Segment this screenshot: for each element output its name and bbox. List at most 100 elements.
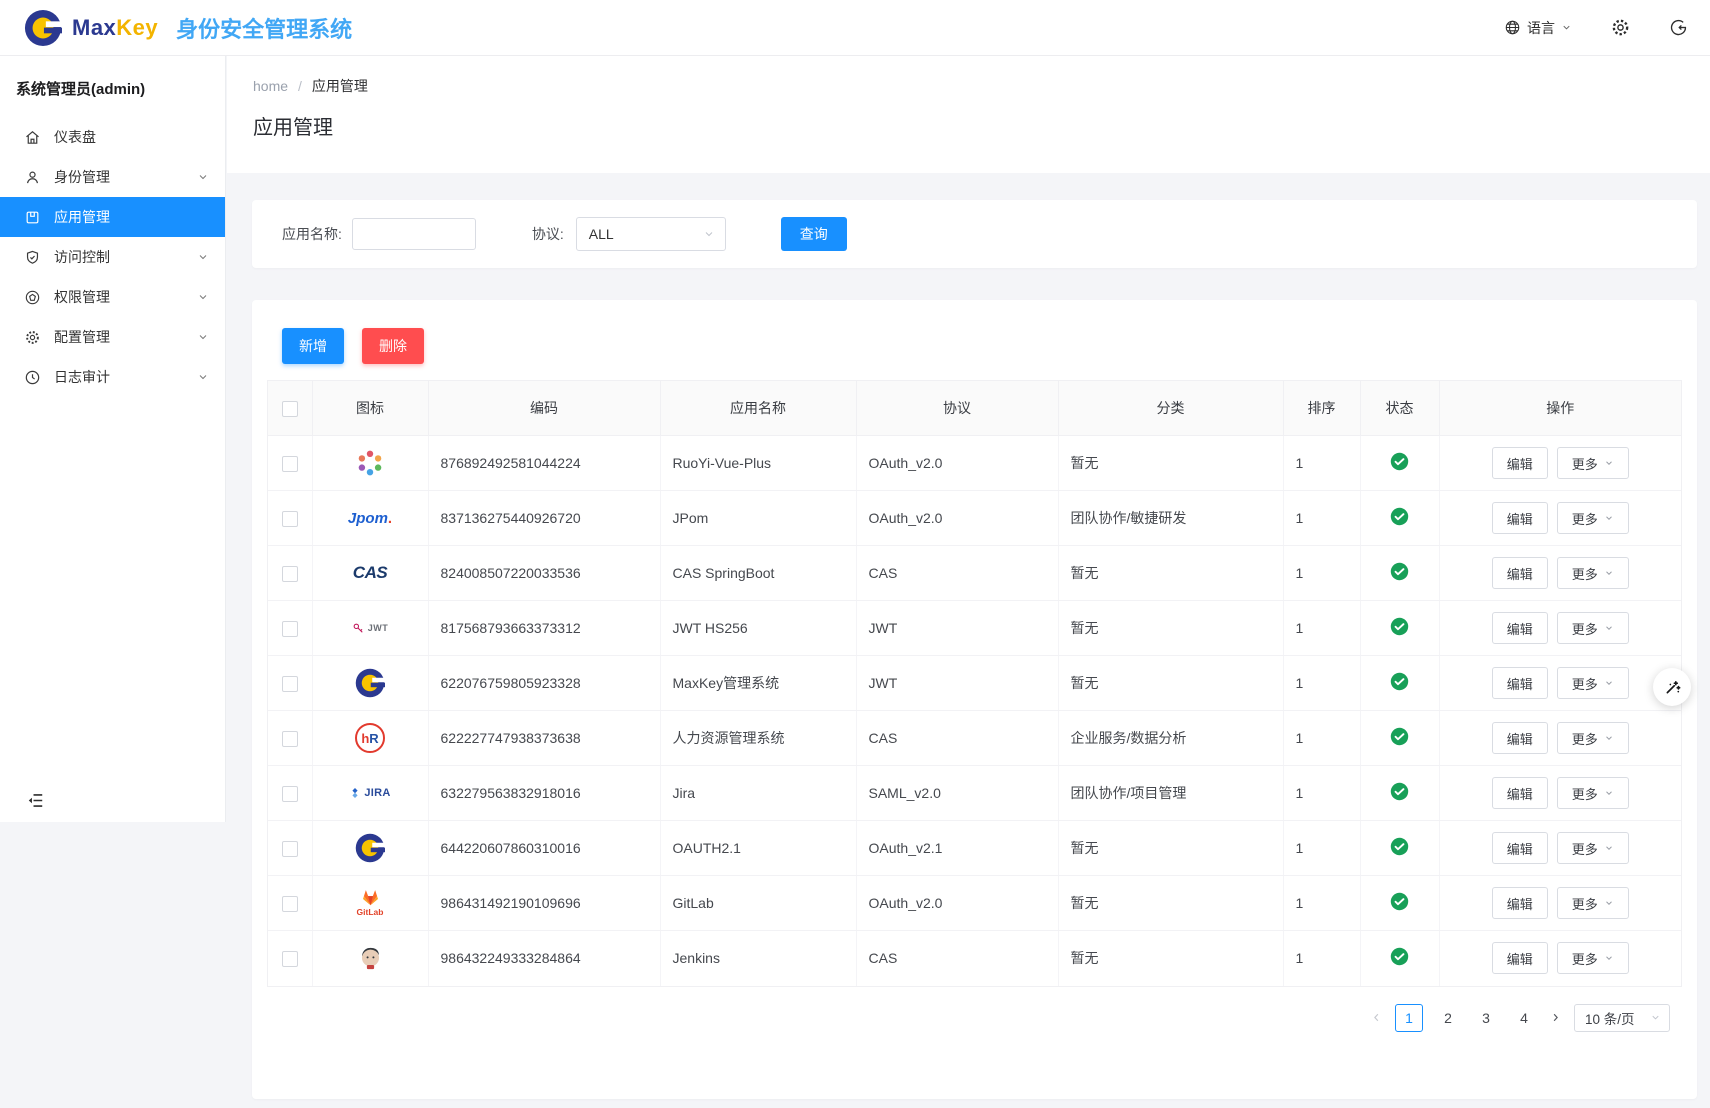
edit-button[interactable]: 编辑 <box>1492 942 1548 974</box>
sidebar-item-permission[interactable]: 权限管理 <box>0 277 225 317</box>
status-enabled-icon <box>1390 562 1409 581</box>
row-checkbox[interactable] <box>282 786 298 802</box>
settings-gear-button[interactable] <box>1610 17 1631 38</box>
breadcrumb-current: 应用管理 <box>312 76 368 96</box>
brand-subtitle: 身份安全管理系统 <box>176 12 352 44</box>
row-checkbox[interactable] <box>282 456 298 472</box>
app-code: 876892492581044224 <box>428 436 660 491</box>
edit-button[interactable]: 编辑 <box>1492 832 1548 864</box>
row-checkbox[interactable] <box>282 951 298 967</box>
prev-page-button[interactable] <box>1370 1011 1383 1024</box>
more-button[interactable]: 更多 <box>1557 502 1629 534</box>
app-name-filter-input[interactable] <box>352 218 476 250</box>
edit-button[interactable]: 编辑 <box>1492 722 1548 754</box>
app-name: JWT HS256 <box>660 601 856 656</box>
app-protocol: OAuth_v2.1 <box>856 821 1058 876</box>
more-button[interactable]: 更多 <box>1557 612 1629 644</box>
app-sort: 1 <box>1283 876 1360 931</box>
app-category: 暂无 <box>1058 436 1283 491</box>
language-switcher[interactable]: 语言 <box>1504 18 1572 38</box>
edit-button[interactable]: 编辑 <box>1492 557 1548 589</box>
sidebar-item-access[interactable]: 访问控制 <box>0 237 225 277</box>
table-row: 644220607860310016 OAUTH2.1 OAuth_v2.1 暂… <box>268 821 1681 876</box>
more-button-label: 更多 <box>1572 564 1598 583</box>
maxkey-logo-icon <box>24 9 62 47</box>
theme-magic-wand-button[interactable] <box>1653 668 1691 706</box>
edit-button[interactable]: 编辑 <box>1492 777 1548 809</box>
more-button-label: 更多 <box>1572 894 1598 913</box>
status-enabled-icon <box>1390 507 1409 526</box>
app-protocol: SAML_v2.0 <box>856 766 1058 821</box>
sidebar-item-identity[interactable]: 身份管理 <box>0 157 225 197</box>
edit-button[interactable]: 编辑 <box>1492 887 1548 919</box>
row-checkbox[interactable] <box>282 841 298 857</box>
more-button[interactable]: 更多 <box>1557 667 1629 699</box>
sidebar-item-audit[interactable]: 日志审计 <box>0 357 225 397</box>
edit-button[interactable]: 编辑 <box>1492 612 1548 644</box>
select-all-checkbox[interactable] <box>282 401 298 417</box>
edit-button[interactable]: 编辑 <box>1492 667 1548 699</box>
chevron-down-icon <box>197 291 209 303</box>
column-header-name: 应用名称 <box>660 381 856 436</box>
page-button-4[interactable]: 4 <box>1511 1005 1537 1031</box>
gear-icon <box>24 329 41 346</box>
page-button-1[interactable]: 1 <box>1395 1004 1423 1032</box>
app-sort: 1 <box>1283 601 1360 656</box>
search-button[interactable]: 查询 <box>781 217 847 251</box>
chevron-down-icon <box>1604 733 1614 743</box>
protocol-select[interactable]: ALL <box>576 217 726 251</box>
more-button[interactable]: 更多 <box>1557 777 1629 809</box>
row-checkbox[interactable] <box>282 676 298 692</box>
sidebar-collapse-icon[interactable] <box>26 791 45 810</box>
row-checkbox[interactable] <box>282 731 298 747</box>
hr-logo: hR <box>352 718 388 758</box>
shield-icon <box>24 249 41 266</box>
table-row: hR 622227747938373638 人力资源管理系统 CAS 企业服务/… <box>268 711 1681 766</box>
page-button-2[interactable]: 2 <box>1435 1005 1461 1031</box>
delete-button[interactable]: 删除 <box>362 328 424 364</box>
next-page-button[interactable] <box>1549 1011 1562 1024</box>
row-checkbox[interactable] <box>282 511 298 527</box>
column-header-sort: 排序 <box>1283 381 1360 436</box>
brand-name-secondary: Key <box>116 15 158 40</box>
app-code: 632279563832918016 <box>428 766 660 821</box>
more-button[interactable]: 更多 <box>1557 942 1629 974</box>
logout-button[interactable] <box>1669 18 1688 37</box>
column-header-actions: 操作 <box>1439 381 1681 436</box>
pagination: 1 2 3 4 10 条/页 <box>267 1004 1682 1032</box>
row-checkbox[interactable] <box>282 896 298 912</box>
more-button-label: 更多 <box>1572 674 1598 693</box>
sidebar-item-config[interactable]: 配置管理 <box>0 317 225 357</box>
edit-button[interactable]: 编辑 <box>1492 502 1548 534</box>
breadcrumb-home-link[interactable]: home <box>253 78 288 94</box>
app-code: 817568793663373312 <box>428 601 660 656</box>
breadcrumb-separator: / <box>298 78 302 94</box>
more-button[interactable]: 更多 <box>1557 557 1629 589</box>
sidebar-item-apps[interactable]: 应用管理 <box>0 197 225 237</box>
sidebar-item-dashboard[interactable]: 仪表盘 <box>0 117 225 157</box>
row-checkbox[interactable] <box>282 566 298 582</box>
more-button[interactable]: 更多 <box>1557 887 1629 919</box>
more-button[interactable]: 更多 <box>1557 447 1629 479</box>
more-button[interactable]: 更多 <box>1557 722 1629 754</box>
app-sort: 1 <box>1283 766 1360 821</box>
app-category: 团队协作/项目管理 <box>1058 766 1283 821</box>
globe-icon <box>1504 19 1521 36</box>
chevron-down-icon <box>197 251 209 263</box>
row-checkbox[interactable] <box>282 621 298 637</box>
edit-button[interactable]: 编辑 <box>1492 447 1548 479</box>
chevron-down-icon <box>197 371 209 383</box>
app-code: 824008507220033536 <box>428 546 660 601</box>
page-size-select[interactable]: 10 条/页 <box>1574 1004 1670 1032</box>
current-user-label: 系统管理员(admin) <box>0 56 225 111</box>
table-body: 876892492581044224 RuoYi-Vue-Plus OAuth_… <box>268 436 1681 986</box>
top-navbar: MaxKey 身份安全管理系统 语言 <box>0 0 1710 56</box>
filter-bar: 应用名称: 协议: ALL 查询 <box>252 200 1697 268</box>
chevron-down-icon <box>197 171 209 183</box>
chevron-down-icon <box>1604 678 1614 688</box>
status-enabled-icon <box>1390 837 1409 856</box>
page-button-3[interactable]: 3 <box>1473 1005 1499 1031</box>
more-button[interactable]: 更多 <box>1557 832 1629 864</box>
add-button[interactable]: 新增 <box>282 328 344 364</box>
page-header: home / 应用管理 应用管理 <box>227 56 1710 173</box>
